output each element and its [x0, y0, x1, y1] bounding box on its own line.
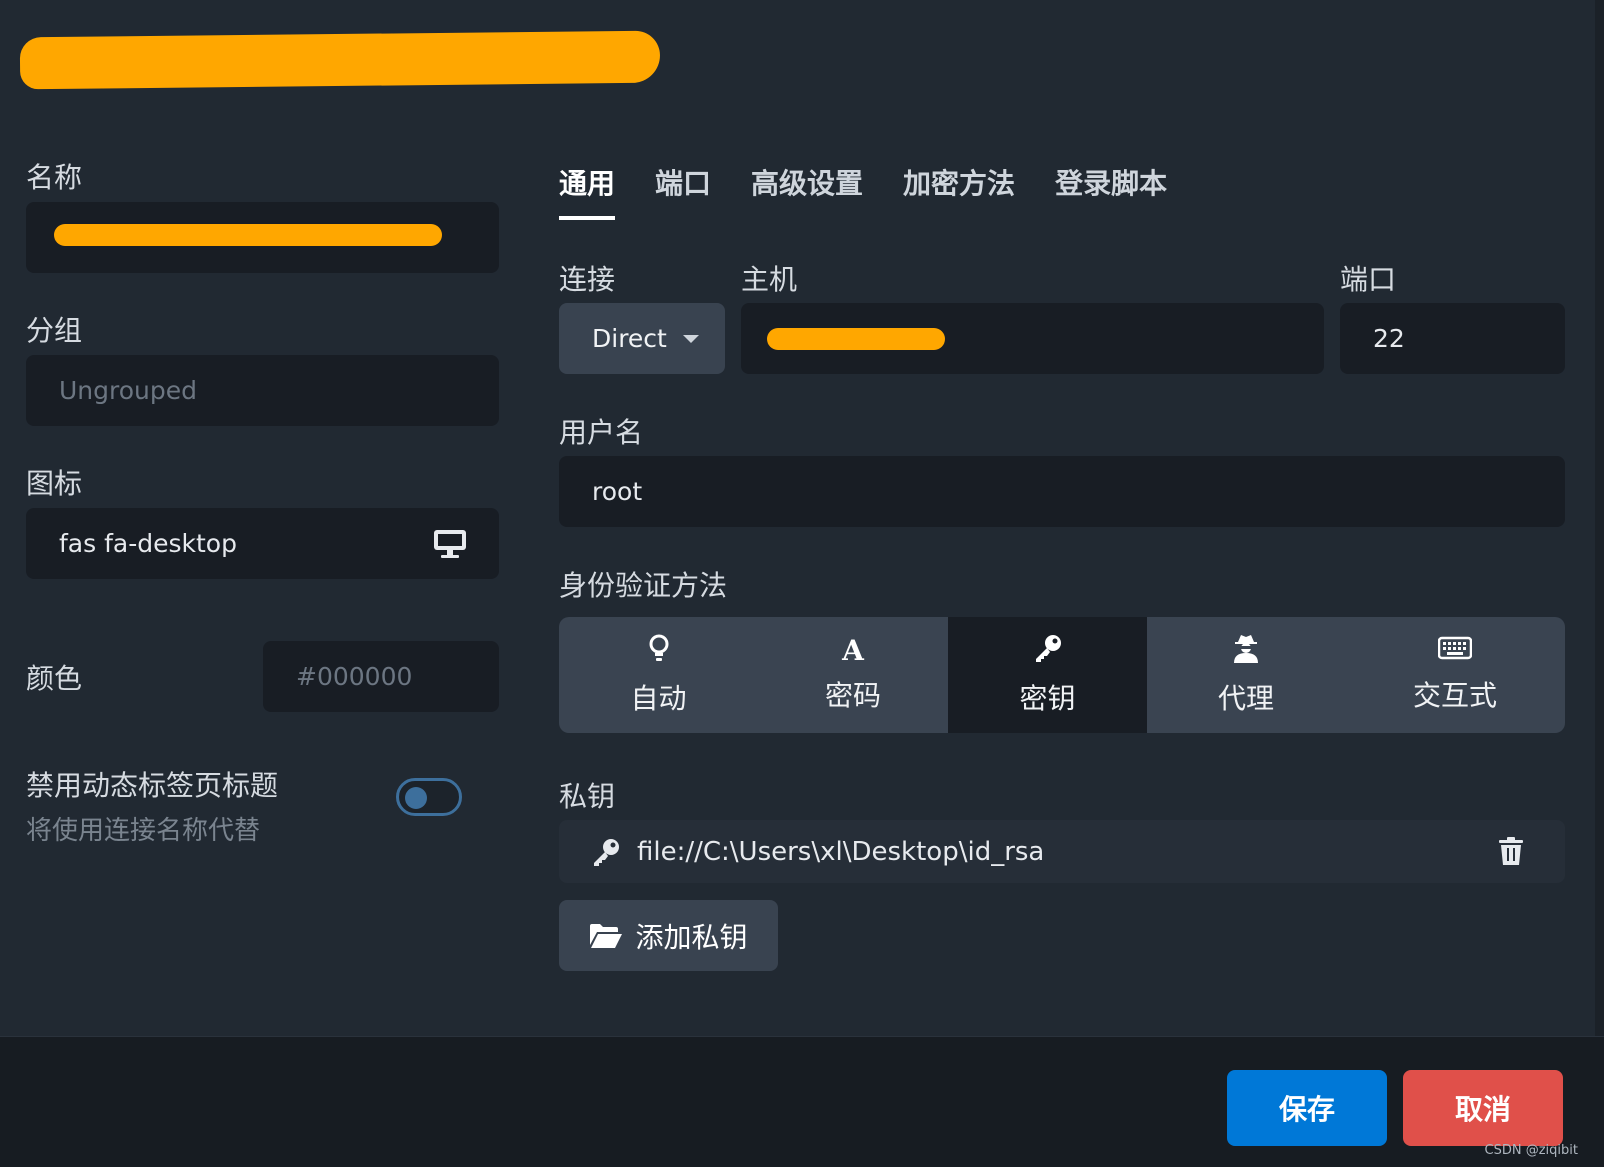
username-field[interactable]: root — [559, 456, 1565, 527]
port-label: 端口 — [1340, 263, 1397, 296]
toggle-knob — [405, 787, 427, 809]
group-placeholder: Ungrouped — [59, 376, 198, 405]
disable-title-label: 禁用动态标签页标题 — [26, 769, 279, 802]
save-button[interactable]: 保存 — [1227, 1070, 1387, 1146]
chevron-down-icon — [682, 334, 699, 343]
auth-label: 身份验证方法 — [559, 569, 728, 602]
username-label: 用户名 — [559, 416, 644, 449]
icon-field[interactable]: fas fa-desktop — [26, 508, 499, 579]
icon-label: 图标 — [26, 467, 83, 500]
scrollbar[interactable] — [1595, 0, 1604, 1036]
icon-value: fas fa-desktop — [59, 529, 237, 558]
disable-title-toggle[interactable] — [396, 778, 462, 816]
group-field[interactable]: Ungrouped — [26, 355, 499, 426]
color-field[interactable]: #000000 — [263, 641, 499, 712]
redacted-title — [19, 30, 661, 90]
port-value: 22 — [1373, 324, 1405, 353]
group-label: 分组 — [26, 314, 83, 347]
auth-option-label: 代理 — [1217, 682, 1274, 715]
username-value: root — [592, 477, 643, 506]
private-key-path: file://C:\Users\xl\Desktop\id_rsa — [637, 836, 1045, 867]
auth-option-auto[interactable]: 自动 — [559, 617, 758, 733]
name-label: 名称 — [26, 161, 83, 194]
port-field[interactable]: 22 — [1340, 303, 1565, 374]
auth-option-label: 交互式 — [1412, 679, 1497, 712]
auth-option-password[interactable]: A 密码 — [758, 617, 948, 733]
watermark: CSDN @ziqibit — [1484, 1143, 1578, 1158]
trash-icon[interactable] — [1499, 837, 1523, 865]
tab-login-script[interactable]: 登录脚本 — [1055, 162, 1167, 220]
tab-bar: 通用 端口 高级设置 加密方法 登录脚本 — [559, 162, 1167, 220]
redacted-host — [767, 328, 945, 350]
folder-open-icon — [589, 923, 623, 949]
tab-advanced[interactable]: 高级设置 — [751, 162, 863, 220]
cancel-button[interactable]: 取消 — [1403, 1070, 1563, 1146]
auth-option-label: 密钥 — [1019, 682, 1076, 715]
keyboard-icon — [1437, 636, 1473, 666]
redacted-name — [54, 224, 442, 246]
auth-option-label: 密码 — [824, 679, 881, 712]
key-icon — [591, 837, 621, 867]
auth-option-interactive[interactable]: 交互式 — [1345, 617, 1565, 733]
tab-ports[interactable]: 端口 — [655, 162, 711, 220]
color-label: 颜色 — [26, 662, 83, 695]
host-field[interactable] — [741, 303, 1324, 374]
host-label: 主机 — [741, 263, 798, 296]
tab-general[interactable]: 通用 — [559, 162, 616, 220]
connection-value: Direct — [592, 324, 667, 353]
user-secret-icon — [1232, 633, 1260, 669]
lightbulb-icon — [648, 633, 670, 669]
auth-option-label: 自动 — [630, 682, 687, 715]
color-placeholder: #000000 — [296, 662, 413, 691]
add-private-key-label: 添加私钥 — [635, 920, 748, 954]
key-icon — [1033, 633, 1063, 669]
connection-label: 连接 — [559, 263, 616, 296]
disable-title-hint: 将使用连接名称代替 — [26, 816, 261, 846]
auth-option-key[interactable]: 密钥 — [948, 617, 1147, 733]
name-field[interactable] — [26, 202, 499, 273]
connection-select[interactable]: Direct — [559, 303, 725, 374]
private-key-label: 私钥 — [559, 780, 616, 813]
add-private-key-button[interactable]: 添加私钥 — [559, 900, 778, 971]
private-key-row: file://C:\Users\xl\Desktop\id_rsa — [559, 820, 1565, 883]
auth-method-group: 自动 A 密码 密钥 代理 交互式 — [559, 617, 1565, 733]
font-icon: A — [842, 634, 864, 667]
auth-option-agent[interactable]: 代理 — [1147, 617, 1345, 733]
desktop-icon[interactable] — [433, 529, 467, 565]
tab-ciphers[interactable]: 加密方法 — [903, 162, 1015, 220]
